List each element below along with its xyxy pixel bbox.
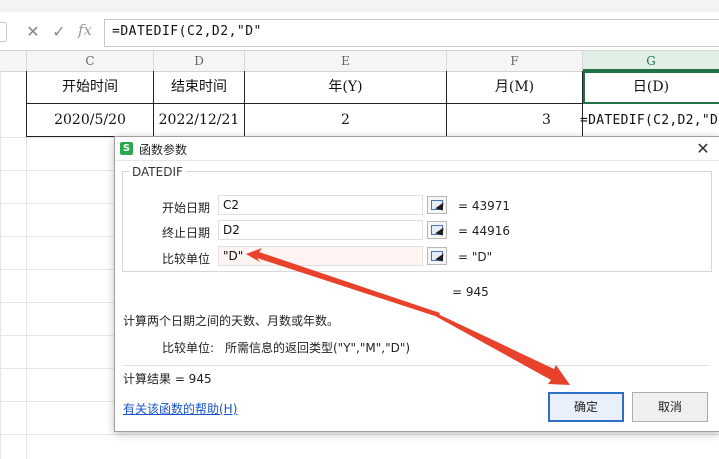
- collapse-dialog-icon[interactable]: [427, 247, 447, 265]
- cell-c2[interactable]: 2020/5/20: [27, 104, 154, 137]
- param-input-end-date[interactable]: D2: [218, 220, 423, 240]
- confirm-formula-icon[interactable]: ✓: [50, 22, 68, 42]
- divider: [122, 365, 710, 366]
- column-header-f[interactable]: F: [447, 51, 583, 71]
- insert-function-icon[interactable]: fx: [78, 21, 92, 39]
- wps-spreadsheet-icon: S: [120, 142, 133, 155]
- grid-line: [26, 136, 27, 459]
- cell-g2-formula: =DATEDIF(C2,D2,"D": [580, 113, 719, 128]
- function-name-label: DATEDIF: [129, 165, 186, 179]
- param-label-end-date: 终止日期: [162, 226, 211, 240]
- collapse-dialog-icon[interactable]: [427, 221, 447, 239]
- param-help-label: 比较单位:: [162, 341, 215, 355]
- grid-line: [0, 170, 114, 171]
- dialog-title: 函数参数: [139, 143, 188, 157]
- grid-line: [0, 236, 114, 237]
- cell-c1[interactable]: 开始时间: [27, 71, 154, 104]
- grid-line: [0, 203, 114, 204]
- param-result-start-date: = 43971: [458, 199, 511, 213]
- grid-line: [0, 401, 114, 402]
- grid-line: [0, 434, 719, 435]
- param-result-unit: = "D": [458, 250, 493, 264]
- grid-line: [0, 137, 114, 138]
- ok-button[interactable]: 确定: [548, 392, 624, 422]
- dialog-titlebar[interactable]: [115, 137, 719, 161]
- collapse-dialog-icon[interactable]: [427, 196, 447, 214]
- param-result-end-date: = 44916: [458, 224, 511, 238]
- selected-cell-outline: [583, 71, 719, 104]
- function-arguments-dialog: S 函数参数 ✕ DATEDIF 开始日期 C2 = 43971 终止日期 D2…: [114, 136, 719, 432]
- cancel-button[interactable]: 取消: [632, 392, 708, 422]
- cell-d2[interactable]: 2022/12/21: [154, 104, 245, 137]
- cell-e1[interactable]: 年(Y): [245, 71, 447, 104]
- cell-f1[interactable]: 月(M): [447, 71, 583, 104]
- param-input-unit[interactable]: "D": [218, 246, 423, 266]
- grid-line: [0, 269, 114, 270]
- grid-line: [0, 302, 114, 303]
- formula-text: =DATEDIF(C2,D2,"D": [112, 24, 262, 39]
- cancel-formula-icon[interactable]: ✕: [24, 22, 42, 42]
- param-label-start-date: 开始日期: [162, 201, 211, 215]
- close-icon[interactable]: ✕: [693, 139, 713, 159]
- grid-line: [0, 335, 114, 336]
- function-description: 计算两个日期之间的天数、月数或年数。: [123, 314, 340, 328]
- column-header-d[interactable]: D: [154, 51, 245, 71]
- column-header-e[interactable]: E: [245, 51, 447, 71]
- param-help-text: 所需信息的返回类型("Y","M","D"): [225, 341, 411, 355]
- column-header-prev[interactable]: [0, 51, 27, 71]
- cell-f2[interactable]: 3: [447, 104, 583, 137]
- grid-line: [0, 368, 114, 369]
- param-input-start-date[interactable]: C2: [218, 195, 423, 215]
- param-label-unit: 比较单位: [162, 252, 211, 266]
- cell-d1[interactable]: 结束时间: [154, 71, 245, 104]
- calc-result: 计算结果 = 945: [123, 372, 212, 386]
- cell-e2[interactable]: 2: [245, 104, 447, 137]
- name-box-edge[interactable]: [0, 22, 7, 42]
- column-header-c[interactable]: C: [27, 51, 154, 71]
- column-header-g[interactable]: G: [583, 51, 719, 71]
- function-help-link[interactable]: 有关该函数的帮助(H): [123, 400, 237, 417]
- formula-result: = 945: [452, 285, 489, 299]
